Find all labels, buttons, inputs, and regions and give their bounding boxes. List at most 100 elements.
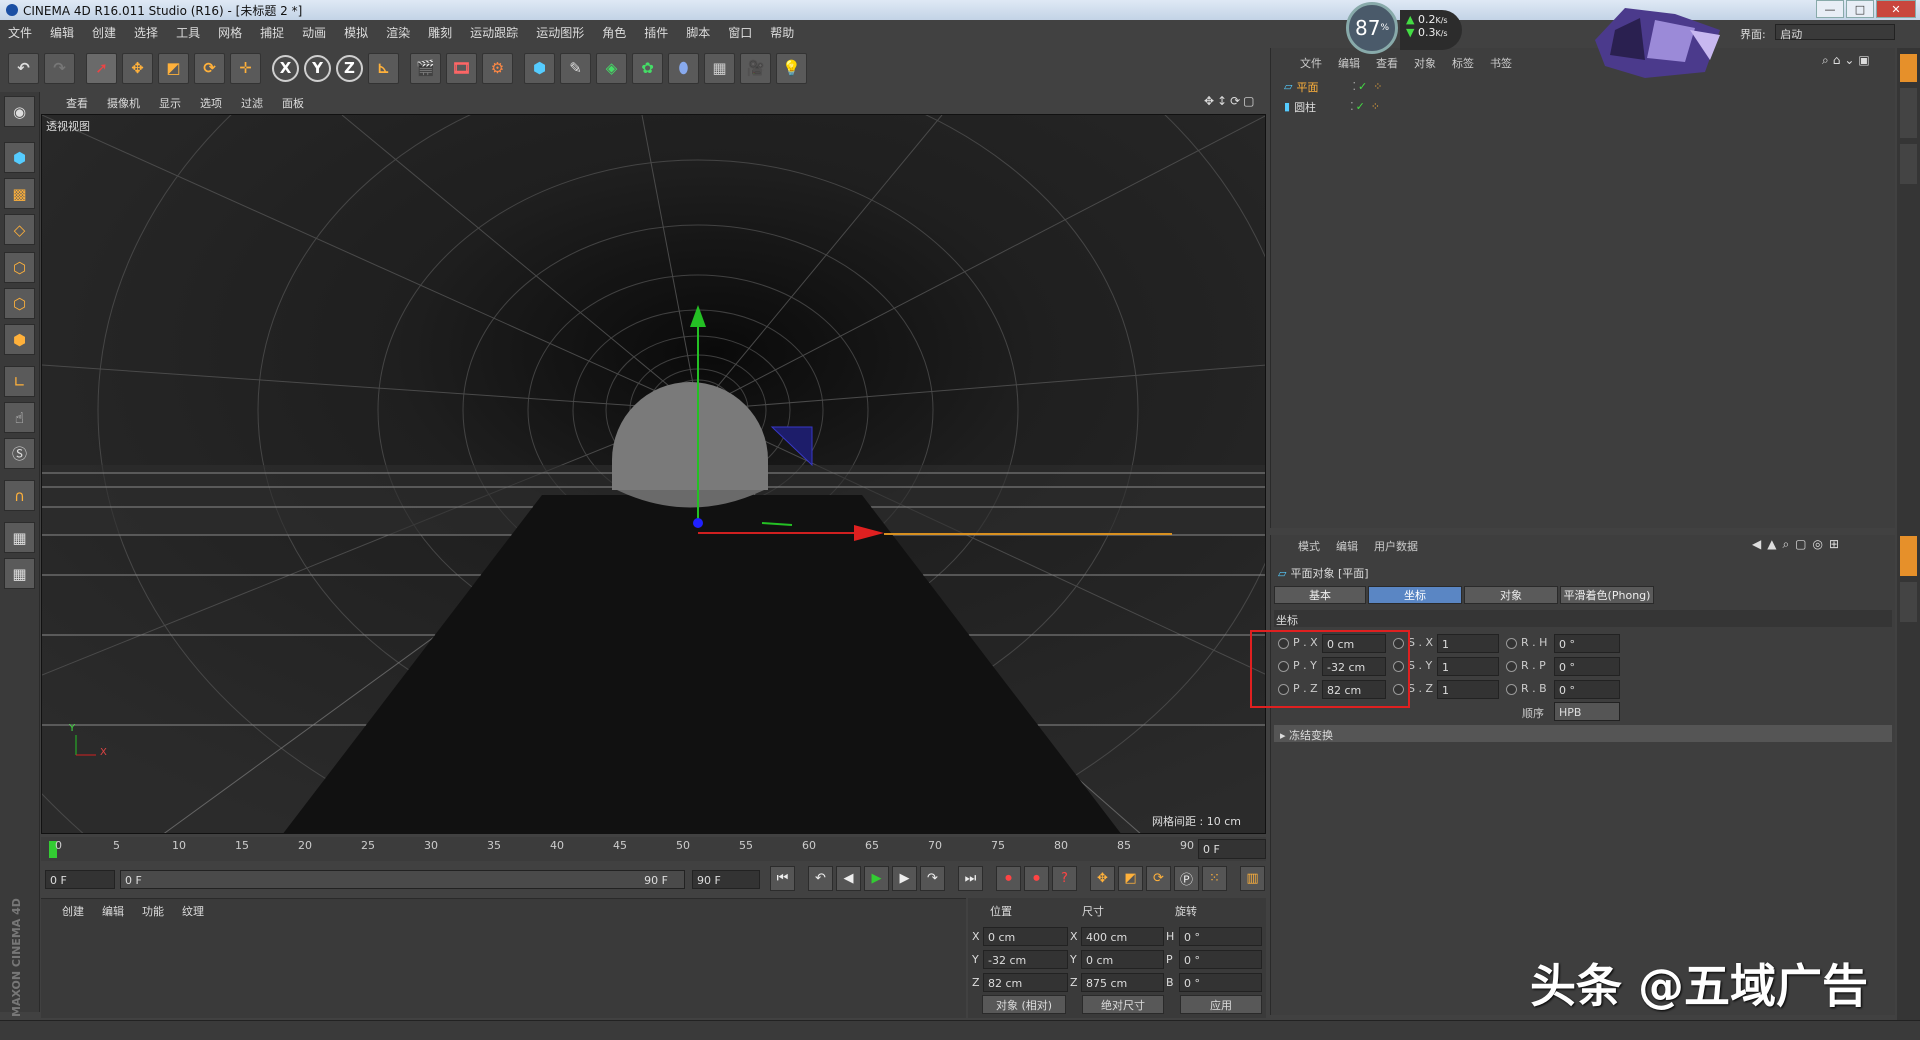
order-dropdown[interactable]: HPB <box>1554 702 1620 721</box>
previous-key-icon[interactable]: ↶ <box>808 866 833 891</box>
menu-simulate[interactable]: 模拟 <box>344 24 368 41</box>
render-view-icon[interactable]: 🎬 <box>410 52 441 84</box>
keyframe-radio[interactable] <box>1506 638 1517 649</box>
attributes-side-tab[interactable] <box>1900 536 1917 576</box>
coord-size-y-field[interactable]: 0 cm <box>1081 950 1164 969</box>
previous-frame-icon[interactable]: ◀ <box>836 866 861 891</box>
material-menu-edit[interactable]: 编辑 <box>102 903 124 919</box>
attr-menu-edit[interactable]: 编辑 <box>1336 538 1358 554</box>
maximize-button[interactable]: □ <box>1846 0 1874 18</box>
phong-tag-icon[interactable]: ⁘ <box>1371 100 1380 113</box>
next-frame-icon[interactable]: ▶ <box>892 866 917 891</box>
y-axis-lock-button[interactable]: Y <box>304 54 331 82</box>
objects-side-tab[interactable] <box>1900 54 1917 82</box>
coord-size-mode-dropdown[interactable]: 绝对尺寸 <box>1082 995 1164 1014</box>
coord-rot-h-field[interactable]: 0 ° <box>1179 927 1262 946</box>
menu-render[interactable]: 渲染 <box>386 24 410 41</box>
edges-mode-icon[interactable]: ⬡ <box>4 288 35 319</box>
menu-script[interactable]: 脚本 <box>686 24 710 41</box>
material-menu-texture[interactable]: 纹理 <box>182 903 204 919</box>
tweak-mode-icon[interactable]: ☝ <box>4 402 35 433</box>
visibility-dots-icon[interactable]: ⁚ <box>1352 80 1356 93</box>
key-pla-icon[interactable]: ⁙ <box>1202 866 1227 891</box>
coord-pos-y-field[interactable]: -32 cm <box>983 950 1068 969</box>
object-origin[interactable] <box>693 518 703 528</box>
next-key-icon[interactable]: ↷ <box>920 866 945 891</box>
menu-window[interactable]: 窗口 <box>728 24 752 41</box>
undo-icon[interactable]: ↶ <box>8 52 39 84</box>
attr-nav-tools[interactable]: ◀▲⌕▢◎⊞ <box>1752 537 1845 552</box>
key-position-icon[interactable]: ✥ <box>1090 866 1115 891</box>
cloner-icon[interactable]: ✿ <box>632 52 663 84</box>
coord-rot-p-field[interactable]: 0 ° <box>1179 950 1262 969</box>
r-p-field[interactable]: 0 ° <box>1554 657 1620 676</box>
key-parameter-icon[interactable]: Ⓟ <box>1174 866 1199 891</box>
menu-mesh[interactable]: 网格 <box>218 24 242 41</box>
end-frame-field[interactable]: 90 F <box>692 870 760 889</box>
viewport-menu-view[interactable]: 查看 <box>66 95 88 111</box>
object-row-plane[interactable]: ▱ 平面 ⁚ ✓ ⁘ <box>1276 78 1382 95</box>
redo-icon[interactable]: ↷ <box>44 52 75 84</box>
viewport-menu-display[interactable]: 显示 <box>159 95 181 111</box>
model-mode-icon[interactable]: ⬢ <box>4 142 35 173</box>
keyframe-radio[interactable] <box>1506 684 1517 695</box>
menu-tools[interactable]: 工具 <box>176 24 200 41</box>
workplane-icon[interactable]: ◉ <box>4 96 35 127</box>
object-menu-bookmarks[interactable]: 书签 <box>1490 55 1512 71</box>
planar-workplane-icon[interactable]: ▦ <box>4 558 35 589</box>
render-settings-icon[interactable]: ⚙ <box>482 52 513 84</box>
menu-edit[interactable]: 编辑 <box>50 24 74 41</box>
tab-object[interactable]: 对象 <box>1464 586 1558 604</box>
go-to-start-icon[interactable]: ⏮ <box>770 866 795 891</box>
recent-tool-icon[interactable]: ✛ <box>230 52 261 84</box>
visibility-dots-icon[interactable]: ⁚ <box>1350 100 1354 113</box>
attr-menu-user-data[interactable]: 用户数据 <box>1374 538 1418 554</box>
menu-sculpt[interactable]: 雕刻 <box>428 24 452 41</box>
light-icon[interactable]: 💡 <box>776 52 807 84</box>
r-h-field[interactable]: 0 ° <box>1554 634 1620 653</box>
menu-motion-tracking[interactable]: 运动跟踪 <box>470 24 518 41</box>
menu-snap[interactable]: 捕捉 <box>260 24 284 41</box>
material-menu-function[interactable]: 功能 <box>142 903 164 919</box>
coord-size-x-field[interactable]: 400 cm <box>1081 927 1164 946</box>
perspective-viewport[interactable]: 透视视图 Y X 网格间距 : 10 cm <box>41 114 1266 834</box>
live-selection-icon[interactable]: ➚ <box>86 52 117 84</box>
coord-pos-z-field[interactable]: 82 cm <box>983 973 1068 992</box>
structure-side-tab[interactable] <box>1900 144 1917 184</box>
timeline-window-icon[interactable]: ▥ <box>1240 866 1265 891</box>
object-manager-tools[interactable]: ⌕⌂⌄▣ <box>1822 53 1874 68</box>
object-manager[interactable] <box>1270 48 1895 528</box>
enabled-check-icon[interactable]: ✓ <box>1356 100 1365 113</box>
menu-select[interactable]: 选择 <box>134 24 158 41</box>
snap-icon[interactable]: Ⓢ <box>4 438 35 469</box>
go-to-end-icon[interactable]: ⏭ <box>958 866 983 891</box>
menu-mograph[interactable]: 运动图形 <box>536 24 584 41</box>
scale-icon[interactable]: ◩ <box>158 52 189 84</box>
x-axis-lock-button[interactable]: X <box>272 54 299 82</box>
record-active-icon[interactable]: ⏺ <box>996 866 1021 891</box>
layout-dropdown[interactable]: 启动 <box>1775 24 1896 41</box>
keyframe-radio[interactable] <box>1506 661 1517 672</box>
tab-phong[interactable]: 平滑着色(Phong) <box>1560 586 1654 604</box>
object-menu-file[interactable]: 文件 <box>1300 55 1322 71</box>
move-icon[interactable]: ✥ <box>122 52 153 84</box>
floor-icon[interactable]: ▦ <box>704 52 735 84</box>
autokey-icon[interactable]: ⏺ <box>1024 866 1049 891</box>
menu-file[interactable]: 文件 <box>8 24 32 41</box>
lock-workplane-icon[interactable]: ▦ <box>4 522 35 553</box>
attr-menu-mode[interactable]: 模式 <box>1298 538 1320 554</box>
object-row-cylinder[interactable]: ▮ 圆柱 ⁚ ✓ ⁘ <box>1276 98 1380 115</box>
s-y-field[interactable]: 1 <box>1437 657 1499 676</box>
camera-icon[interactable]: 🎥 <box>740 52 771 84</box>
magnet-icon[interactable]: ∩ <box>4 480 35 511</box>
current-frame-field[interactable]: 0 F <box>1198 839 1266 859</box>
coordinate-system-icon[interactable]: ⊾ <box>368 52 399 84</box>
material-menu-create[interactable]: 创建 <box>62 903 84 919</box>
r-b-field[interactable]: 0 ° <box>1554 680 1620 699</box>
viewport-menu-filter[interactable]: 过滤 <box>241 95 263 111</box>
layers-side-tab[interactable] <box>1900 582 1917 622</box>
menu-help[interactable]: 帮助 <box>770 24 794 41</box>
texture-mode-icon[interactable]: ▩ <box>4 178 35 209</box>
menu-character[interactable]: 角色 <box>602 24 626 41</box>
timeline-ruler[interactable]: 0 5 10 15 20 25 30 35 40 45 50 55 60 65 … <box>41 837 1266 861</box>
